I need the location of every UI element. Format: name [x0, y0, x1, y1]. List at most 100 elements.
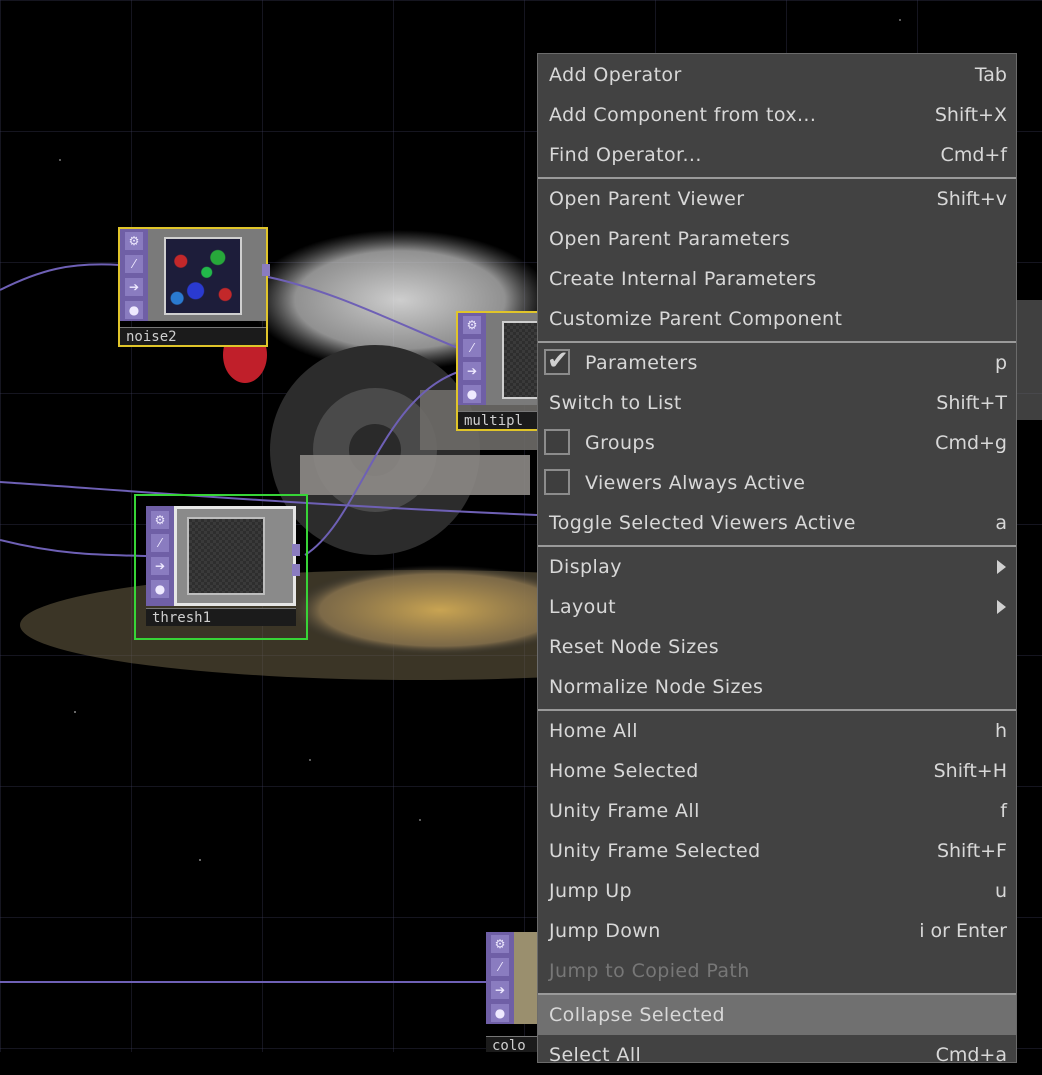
menu-item-shortcut: u	[994, 880, 1007, 902]
lock-icon[interactable]: ●	[491, 1004, 509, 1022]
menu-item-label: Home All	[549, 720, 638, 742]
menu-item-reset-node-sizes[interactable]: Reset Node Sizes	[538, 627, 1016, 667]
menu-item-home-all[interactable]: Home All h	[538, 711, 1016, 751]
node-label[interactable]: noise2	[120, 327, 266, 345]
menu-item-shortcut: i or Enter	[919, 920, 1007, 942]
gear-icon[interactable]: ⚙	[151, 511, 169, 529]
menu-item-shortcut: Cmd+g	[935, 432, 1007, 454]
menu-item-label: Unity Frame All	[549, 800, 700, 822]
menu-item-add-operator[interactable]: Add Operator Tab	[538, 55, 1016, 95]
lock-icon[interactable]: ●	[463, 385, 481, 403]
grid-preview	[187, 517, 265, 595]
menu-item-label: Collapse Selected	[549, 1004, 725, 1026]
menu-item-label: Parameters	[585, 352, 698, 374]
menu-item-shortcut: Shift+H	[933, 760, 1007, 782]
submenu-arrow-icon	[997, 560, 1006, 574]
menu-item-open-parent-viewer[interactable]: Open Parent Viewer Shift+v	[538, 179, 1016, 219]
menu-item-label: Normalize Node Sizes	[549, 676, 764, 698]
arrow-right-icon[interactable]: ➔	[151, 557, 169, 575]
output-connector[interactable]	[262, 264, 270, 276]
menu-item-shortcut: Cmd+f	[940, 144, 1007, 166]
menu-item-add-component-from-tox[interactable]: Add Component from tox... Shift+X	[538, 95, 1016, 135]
menu-item-shortcut: a	[995, 512, 1007, 534]
menu-item-create-internal-parameters[interactable]: Create Internal Parameters	[538, 259, 1016, 299]
menu-item-jump-up[interactable]: Jump Up u	[538, 871, 1016, 911]
node-label[interactable]: thresh1	[146, 608, 296, 626]
menu-item-display[interactable]: Display	[538, 547, 1016, 587]
node-operator-strip: ⚙ ⁄ ➔ ●	[458, 313, 486, 405]
checkbox-unchecked[interactable]	[544, 469, 570, 495]
arrow-right-icon[interactable]: ➔	[125, 278, 143, 296]
node-noise2[interactable]: ⚙ ⁄ ➔ ● noise2	[118, 227, 270, 347]
menu-item-label: Switch to List	[549, 392, 682, 414]
output-connector[interactable]	[292, 564, 300, 576]
gear-icon[interactable]: ⚙	[463, 316, 481, 334]
menu-item-shortcut: Shift+T	[936, 392, 1007, 414]
menu-item-label: Open Parent Parameters	[549, 228, 791, 250]
checkmark-icon: ✔	[547, 346, 569, 376]
bypass-icon[interactable]: ⁄	[125, 255, 143, 273]
node-thresh1[interactable]: ⚙ ⁄ ➔ ● thresh1	[134, 494, 308, 640]
lock-icon[interactable]: ●	[125, 301, 143, 319]
menu-item-shortcut: p	[994, 352, 1007, 374]
menu-item-jump-to-copied-path: Jump to Copied Path	[538, 951, 1016, 991]
menu-item-label: Find Operator...	[549, 144, 702, 166]
menu-item-label: Groups	[585, 432, 656, 454]
gear-icon[interactable]: ⚙	[125, 232, 143, 250]
menu-item-label: Customize Parent Component	[549, 308, 843, 330]
menu-item-shortcut: Cmd+a	[935, 1044, 1007, 1066]
output-connector[interactable]	[292, 544, 300, 556]
menu-item-unity-frame-selected[interactable]: Unity Frame Selected Shift+F	[538, 831, 1016, 871]
menu-item-toggle-selected-viewers-active[interactable]: Toggle Selected Viewers Active a	[538, 503, 1016, 543]
menu-item-label: Viewers Always Active	[585, 472, 806, 494]
menu-item-label: Layout	[549, 596, 616, 618]
menu-item-label: Home Selected	[549, 760, 699, 782]
menu-item-label: Create Internal Parameters	[549, 268, 817, 290]
bypass-icon[interactable]: ⁄	[463, 339, 481, 357]
checkbox-checked[interactable]: ✔	[544, 346, 570, 376]
context-menu: Add Operator Tab Add Component from tox.…	[537, 53, 1017, 1066]
submenu-arrow-icon	[997, 600, 1006, 614]
menu-item-label: Reset Node Sizes	[549, 636, 720, 658]
menu-item-normalize-node-sizes[interactable]: Normalize Node Sizes	[538, 667, 1016, 707]
menu-item-groups[interactable]: Groups Cmd+g	[538, 423, 1016, 463]
menu-item-parameters[interactable]: ✔ Parameters p	[538, 343, 1016, 383]
menu-item-layout[interactable]: Layout	[538, 587, 1016, 627]
menu-item-label: Add Component from tox...	[549, 104, 817, 126]
menu-item-shortcut: Tab	[974, 64, 1007, 86]
menu-item-home-selected[interactable]: Home Selected Shift+H	[538, 751, 1016, 791]
gear-icon[interactable]: ⚙	[491, 935, 509, 953]
menu-item-shortcut: Shift+v	[936, 188, 1007, 210]
menu-item-select-all[interactable]: Select All Cmd+a	[538, 1035, 1016, 1075]
bypass-icon[interactable]: ⁄	[151, 534, 169, 552]
menu-item-label: Add Operator	[549, 64, 682, 86]
menu-item-label: Unity Frame Selected	[549, 840, 761, 862]
menu-item-find-operator[interactable]: Find Operator... Cmd+f	[538, 135, 1016, 175]
node-inner: ⚙ ⁄ ➔ ● thresh1	[146, 506, 300, 626]
node-body	[174, 506, 296, 606]
menu-item-label: Jump Up	[549, 880, 633, 902]
node-operator-strip: ⚙ ⁄ ➔ ●	[120, 229, 148, 321]
node-operator-strip: ⚙ ⁄ ➔ ●	[146, 506, 174, 606]
menu-item-shortcut: Shift+F	[936, 840, 1007, 862]
noise-preview	[164, 237, 242, 315]
menu-item-open-parent-parameters[interactable]: Open Parent Parameters	[538, 219, 1016, 259]
menu-item-customize-parent-component[interactable]: Customize Parent Component	[538, 299, 1016, 339]
menu-item-shortcut: f	[1000, 800, 1007, 822]
bypass-icon[interactable]: ⁄	[491, 958, 509, 976]
menu-item-jump-down[interactable]: Jump Down i or Enter	[538, 911, 1016, 951]
node-body	[148, 229, 266, 321]
menu-item-label: Display	[549, 556, 622, 578]
menu-item-label: Jump to Copied Path	[549, 960, 750, 982]
menu-item-label: Jump Down	[549, 920, 661, 942]
checkbox-unchecked[interactable]	[544, 429, 570, 455]
arrow-right-icon[interactable]: ➔	[463, 362, 481, 380]
lock-icon[interactable]: ●	[151, 580, 169, 598]
menu-item-switch-to-list[interactable]: Switch to List Shift+T	[538, 383, 1016, 423]
menu-item-collapse-selected[interactable]: Collapse Selected	[538, 995, 1016, 1035]
menu-item-viewers-always-active[interactable]: Viewers Always Active	[538, 463, 1016, 503]
menu-item-label: Open Parent Viewer	[549, 188, 745, 210]
menu-item-unity-frame-all[interactable]: Unity Frame All f	[538, 791, 1016, 831]
arrow-right-icon[interactable]: ➔	[491, 981, 509, 999]
menu-item-shortcut: h	[994, 720, 1007, 742]
